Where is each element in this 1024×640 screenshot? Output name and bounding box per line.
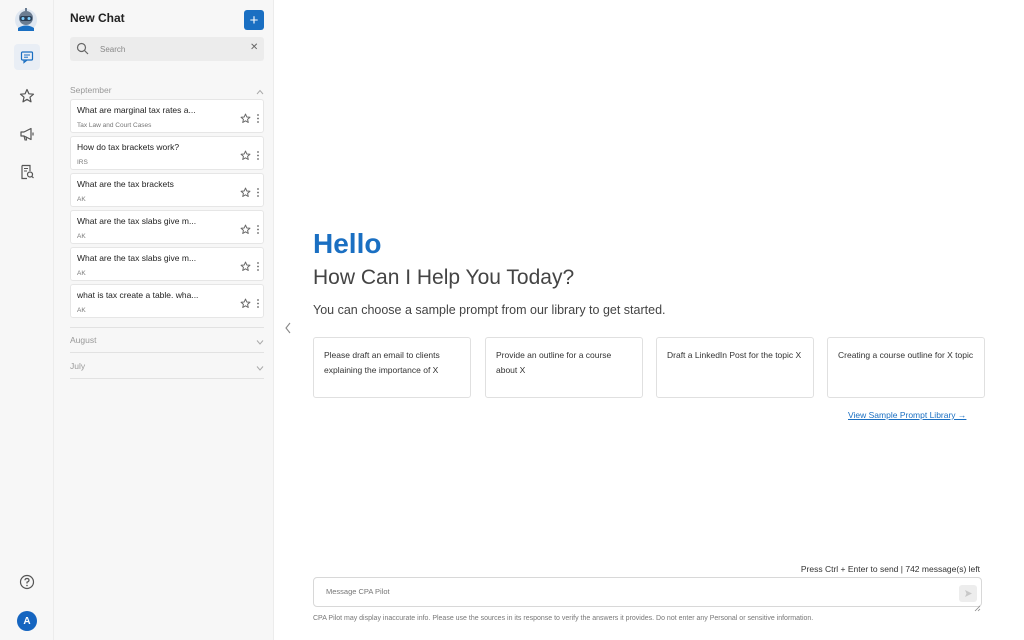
sample-prompt-card[interactable]: Please draft an email to clients explain… <box>313 337 471 398</box>
view-prompt-library-link[interactable]: View Sample Prompt Library → <box>848 410 966 420</box>
resize-handle-icon[interactable] <box>974 599 981 617</box>
help-icon[interactable] <box>17 572 37 592</box>
more-options-icon[interactable] <box>256 222 260 240</box>
user-avatar[interactable]: A <box>17 611 37 631</box>
chat-subtitle: Tax Law and Court Cases <box>77 122 152 129</box>
group-label: August <box>70 335 97 345</box>
chat-subtitle: AK <box>77 233 86 240</box>
chat-subtitle: AK <box>77 196 86 203</box>
chat-item[interactable]: What are the tax slabs give m... AK <box>70 247 264 281</box>
star-icon[interactable] <box>17 86 37 106</box>
star-icon[interactable] <box>240 222 251 240</box>
page-subheading: You can choose a sample prompt from our … <box>313 303 666 317</box>
greeting: Hello <box>313 228 382 259</box>
chat-title: What are the tax brackets <box>77 179 174 189</box>
chat-list-panel: New Chat + ✕ September What are marginal… <box>54 0 274 640</box>
chat-title: what is tax create a table. wha... <box>77 290 199 300</box>
send-hint: Press Ctrl + Enter to send | 742 message… <box>800 564 980 574</box>
new-chat-button[interactable]: + <box>244 10 264 30</box>
group-label: July <box>70 361 86 371</box>
message-input[interactable] <box>326 587 926 601</box>
chat-subtitle: IRS <box>77 159 88 166</box>
main-area: Hello How Can I Help You Today? You can … <box>274 0 1024 640</box>
group-header-july[interactable]: July <box>70 361 264 375</box>
chevron-down-icon <box>256 363 264 373</box>
more-options-icon[interactable] <box>256 185 260 203</box>
send-icon <box>964 590 972 597</box>
group-header-september[interactable]: September <box>70 85 264 99</box>
search-box: ✕ <box>70 37 264 61</box>
chat-subtitle: AK <box>77 307 86 314</box>
chat-title: What are marginal tax rates a... <box>77 105 196 115</box>
chat-title: What are the tax slabs give m... <box>77 253 197 263</box>
sample-prompt-card[interactable]: Provide an outline for a course about X <box>485 337 643 398</box>
more-options-icon[interactable] <box>256 259 260 277</box>
icon-rail: A <box>0 0 54 640</box>
star-icon[interactable] <box>240 296 251 314</box>
chat-subtitle: AK <box>77 270 86 277</box>
search-icon <box>76 42 89 60</box>
chat-item[interactable]: What are the tax slabs give m... AK <box>70 210 264 244</box>
clear-search-icon[interactable]: ✕ <box>250 42 258 53</box>
chat-item[interactable]: what is tax create a table. wha... AK <box>70 284 264 318</box>
page-heading: How Can I Help You Today? <box>313 266 575 289</box>
star-icon[interactable] <box>240 185 251 203</box>
group-label: September <box>70 85 112 95</box>
disclaimer: CPA Pilot may display inaccurate info. P… <box>313 615 814 622</box>
group-header-august[interactable]: August <box>70 335 264 349</box>
chat-icon[interactable] <box>14 44 40 70</box>
more-options-icon[interactable] <box>256 111 260 129</box>
group-divider <box>70 327 264 328</box>
megaphone-icon[interactable] <box>17 124 37 144</box>
chevron-down-icon <box>256 337 264 347</box>
document-search-icon[interactable] <box>17 162 37 182</box>
star-icon[interactable] <box>240 259 251 277</box>
chat-item[interactable]: What are marginal tax rates a... Tax Law… <box>70 99 264 133</box>
sample-prompt-card[interactable]: Draft a LinkedIn Post for the topic X <box>656 337 814 398</box>
chat-title: How do tax brackets work? <box>77 142 180 152</box>
chat-item[interactable]: How do tax brackets work? IRS <box>70 136 264 170</box>
panel-title: New Chat <box>70 11 125 25</box>
message-box <box>313 577 982 612</box>
chat-item[interactable]: What are the tax brackets AK <box>70 173 264 207</box>
chat-title: What are the tax slabs give m... <box>77 216 197 226</box>
group-divider <box>70 378 264 379</box>
search-input[interactable] <box>100 41 240 57</box>
chevron-up-icon <box>256 87 264 97</box>
more-options-icon[interactable] <box>256 148 260 166</box>
star-icon[interactable] <box>240 111 251 129</box>
group-divider <box>70 352 264 353</box>
star-icon[interactable] <box>240 148 251 166</box>
app-logo[interactable] <box>12 6 40 34</box>
collapse-sidebar-icon[interactable] <box>285 321 291 339</box>
more-options-icon[interactable] <box>256 296 260 314</box>
sample-prompt-card[interactable]: Creating a course outline for X topic <box>827 337 985 398</box>
